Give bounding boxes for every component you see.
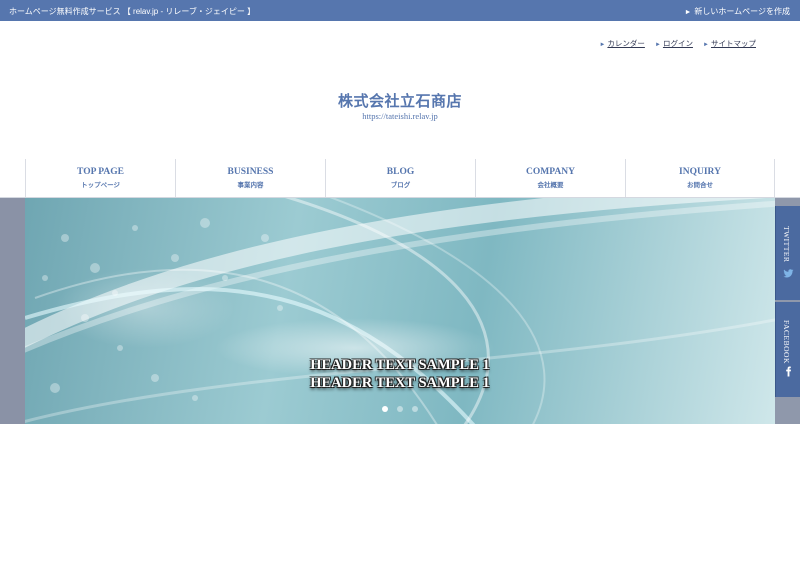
facebook-label: FACEBOOK bbox=[782, 320, 791, 364]
hero-caption-line-2: HEADER TEXT SAMPLE 1 bbox=[310, 375, 490, 391]
nav-label-jp: ブログ bbox=[390, 182, 411, 189]
slide-dot-1[interactable] bbox=[382, 406, 388, 412]
nav-label-jp: 会社概要 bbox=[537, 182, 564, 189]
nav-label-jp: お問合せ bbox=[687, 182, 713, 189]
triangle-right-icon: ► bbox=[655, 42, 661, 48]
nav-label-en: INQUIRY bbox=[679, 167, 721, 177]
triangle-right-icon: ► bbox=[684, 9, 692, 16]
triangle-right-icon: ► bbox=[703, 42, 709, 48]
hero-caption-line-1: HEADER TEXT SAMPLE 1 bbox=[310, 357, 490, 373]
site-title[interactable]: 株式会社立石商店 bbox=[0, 90, 800, 111]
twitter-label: TWITTER bbox=[782, 226, 791, 263]
service-banner-text: ホームページ無料作成サービス 【 relav.jp - リレーブ・ジェイピー 】 bbox=[9, 7, 256, 16]
create-homepage-label: 新しいホームページを作成 bbox=[694, 7, 790, 16]
nav-label-jp: トップページ bbox=[81, 182, 120, 189]
nav-label-en: TOP PAGE bbox=[77, 167, 124, 177]
bird-icon bbox=[783, 269, 794, 278]
top-bar: ホームページ無料作成サービス 【 relav.jp - リレーブ・ジェイピー 】… bbox=[0, 0, 800, 21]
login-link[interactable]: ログイン bbox=[663, 39, 693, 48]
slide-dot-3[interactable] bbox=[412, 406, 418, 412]
nav-item-business[interactable]: BUSINESS 事業内容 bbox=[175, 159, 325, 197]
facebook-side-button[interactable]: FACEBOOK bbox=[775, 302, 800, 397]
triangle-right-icon: ► bbox=[599, 42, 606, 48]
site-url: https://tateishi.relav.jp bbox=[362, 111, 438, 121]
nav-label-en: BUSINESS bbox=[227, 167, 274, 177]
slide-dot-2[interactable] bbox=[397, 406, 403, 412]
nav-item-blog[interactable]: BLOG ブログ bbox=[325, 159, 475, 197]
twitter-side-button[interactable]: TWITTER bbox=[775, 206, 800, 300]
facebook-f-icon bbox=[786, 366, 792, 377]
hero-caption: HEADER TEXT SAMPLE 1 HEADER TEXT SAMPLE … bbox=[0, 356, 800, 392]
nav-label-en: COMPANY bbox=[526, 167, 575, 177]
nav-label-en: BLOG bbox=[386, 167, 415, 177]
nav-item-company[interactable]: COMPANY 会社概要 bbox=[475, 159, 625, 197]
nav-item-top-page[interactable]: TOP PAGE トップページ bbox=[25, 159, 175, 197]
sitemap-link[interactable]: サイトマップ bbox=[711, 39, 756, 48]
global-nav: TOP PAGE トップページ BUSINESS 事業内容 BLOG ブログ C… bbox=[0, 159, 800, 198]
utility-links: ► カレンダー ► ログイン ► サイトマップ bbox=[599, 38, 756, 49]
calendar-link[interactable]: カレンダー bbox=[607, 39, 645, 48]
nav-label-jp: 事業内容 bbox=[237, 182, 264, 189]
nav-item-inquiry[interactable]: INQUIRY お問合せ bbox=[625, 159, 775, 197]
create-homepage-link[interactable]: ► 新しいホームページを作成 bbox=[684, 6, 790, 17]
